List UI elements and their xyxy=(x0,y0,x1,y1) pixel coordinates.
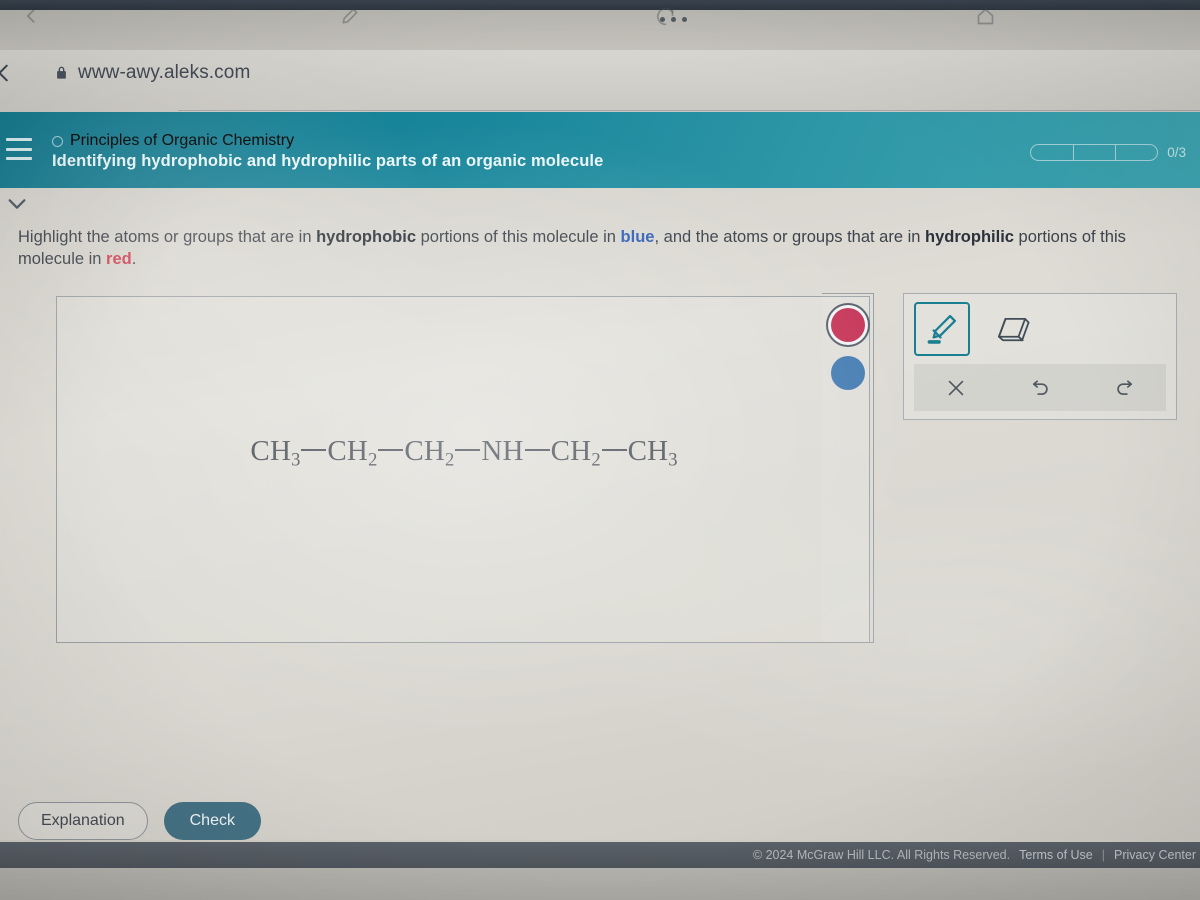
eraser-icon xyxy=(998,318,1030,342)
lock-icon xyxy=(57,66,66,79)
instruction-bold-hydrophilic: hydrophilic xyxy=(925,228,1014,246)
molecule-group-label[interactable]: CH xyxy=(250,435,291,467)
url-bar-divider xyxy=(178,110,1200,111)
action-buttons: Explanation Check xyxy=(18,802,261,840)
check-button[interactable]: Check xyxy=(163,802,261,840)
progress-indicator: 0/3 xyxy=(1030,144,1186,161)
bond-line[interactable] xyxy=(601,449,627,452)
molecule-group[interactable]: CH2 xyxy=(404,435,454,471)
terms-of-use-link[interactable]: Terms of Use xyxy=(1019,848,1093,862)
instruction-bold-hydrophobic: hydrophobic xyxy=(316,228,417,246)
molecule-group-subscript[interactable]: 3 xyxy=(668,450,677,471)
page-title: Identifying hydrophobic and hydrophilic … xyxy=(52,152,604,170)
footer: © 2024 McGraw Hill LLC. All Rights Reser… xyxy=(0,842,1200,868)
url-text[interactable]: www-awy.aleks.com xyxy=(78,62,250,84)
color-swatch-panel xyxy=(822,293,874,643)
bond-line[interactable] xyxy=(455,449,481,452)
molecule-group-label[interactable]: CH xyxy=(628,435,669,467)
blue-color-swatch[interactable] xyxy=(831,356,865,390)
molecule-group-subscript[interactable]: 3 xyxy=(291,450,300,471)
bond-line[interactable] xyxy=(301,449,327,452)
instruction-keyword-blue: blue xyxy=(620,228,655,246)
instruction-part-5: . xyxy=(131,250,137,269)
copyright-text: © 2024 McGraw Hill LLC. All Rights Reser… xyxy=(752,848,1011,862)
privacy-center-link[interactable]: Privacy Center xyxy=(1114,848,1196,862)
browser-chrome xyxy=(0,10,1200,50)
screen-photo: www-awy.aleks.com Principles of Organic … xyxy=(0,0,1200,900)
molecule-group-label[interactable]: CH xyxy=(404,435,445,467)
clear-all-button[interactable] xyxy=(914,364,998,411)
molecule-group-label[interactable]: CH xyxy=(551,435,592,467)
molecule-group-subscript[interactable]: 2 xyxy=(445,450,454,471)
instruction-part-2: portions of this molecule in xyxy=(416,228,621,246)
progress-segment xyxy=(1074,145,1116,160)
molecule-group-subscript[interactable]: 2 xyxy=(368,450,377,471)
instruction-keyword-red: red xyxy=(106,250,132,269)
progress-bar xyxy=(1030,144,1159,161)
tool-palette-bottom-row xyxy=(914,364,1166,411)
eraser-tool-button[interactable] xyxy=(986,306,1038,352)
footer-separator: | xyxy=(1101,848,1106,862)
redo-arrow-icon xyxy=(1116,380,1132,395)
molecule-group[interactable]: NH xyxy=(481,435,523,467)
tool-palette-top-row xyxy=(904,294,1176,364)
undo-button[interactable] xyxy=(998,364,1082,411)
undo-arrow-icon xyxy=(1032,380,1048,395)
explanation-button[interactable]: Explanation xyxy=(18,802,148,840)
molecule-group[interactable]: CH2 xyxy=(327,435,377,471)
chrome-icon[interactable] xyxy=(655,6,676,27)
chevron-down-icon[interactable] xyxy=(6,196,28,212)
progress-segment xyxy=(1116,145,1157,160)
back-arrow-icon[interactable] xyxy=(22,6,42,26)
progress-label: 0/3 xyxy=(1167,145,1186,160)
progress-segment xyxy=(1031,145,1074,160)
highlighter-tool-button[interactable] xyxy=(914,302,970,356)
bond-line[interactable] xyxy=(378,449,404,452)
aleks-header xyxy=(0,112,1200,188)
instruction-part-3: , and the atoms or groups that are in xyxy=(654,228,926,246)
home-icon[interactable] xyxy=(975,6,996,27)
os-taskbar xyxy=(0,868,1200,900)
molecule-drawing-canvas[interactable]: CH3 CH2 CH2 NH CH2 CH3 xyxy=(56,296,870,643)
molecule-group[interactable]: CH3 xyxy=(250,435,300,471)
molecule-group-subscript[interactable]: 2 xyxy=(591,450,600,471)
os-top-bar xyxy=(0,0,1200,10)
course-breadcrumb: Principles of Organic Chemistry xyxy=(52,132,294,150)
tool-palette xyxy=(903,293,1177,420)
course-name: Principles of Organic Chemistry xyxy=(70,132,295,149)
red-color-swatch[interactable] xyxy=(831,308,865,342)
instruction-text: Highlight the atoms or groups that are i… xyxy=(18,226,1186,270)
instruction-part-1: Highlight the atoms or groups that are i… xyxy=(18,228,317,246)
redo-button[interactable] xyxy=(1082,364,1166,411)
bond-line[interactable] xyxy=(524,449,550,452)
back-chevron-icon[interactable] xyxy=(0,62,15,84)
empty-circle-icon xyxy=(52,135,63,147)
molecule-formula[interactable]: CH3 CH2 CH2 NH CH2 CH3 xyxy=(57,435,871,472)
pen-icon[interactable] xyxy=(340,6,360,26)
molecule-group-label[interactable]: NH xyxy=(481,435,523,467)
hamburger-menu-icon[interactable] xyxy=(6,138,32,160)
molecule-group-label[interactable]: CH xyxy=(327,435,368,467)
close-x-icon xyxy=(948,380,964,395)
molecule-group[interactable]: CH3 xyxy=(628,435,678,471)
highlighter-pen-icon xyxy=(927,314,957,344)
molecule-group[interactable]: CH2 xyxy=(551,435,601,471)
